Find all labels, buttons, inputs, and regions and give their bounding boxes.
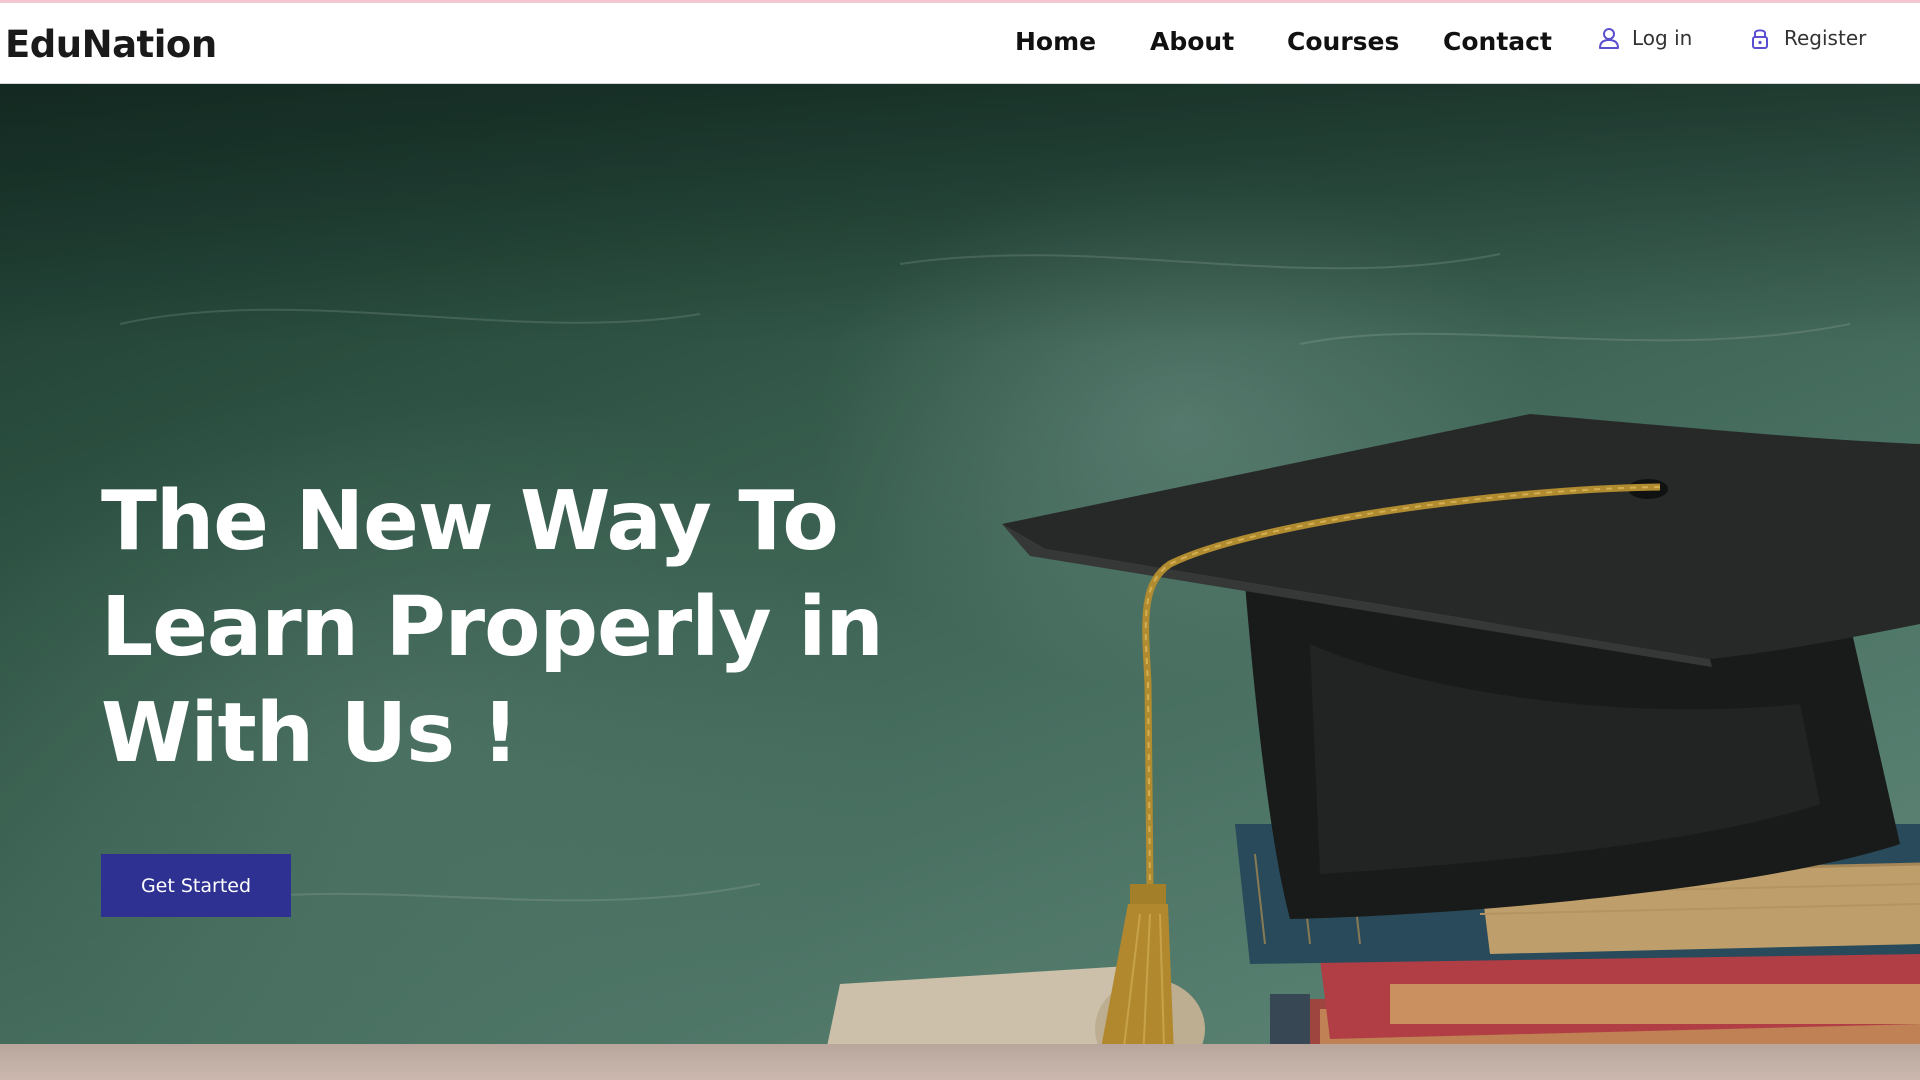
user-icon xyxy=(1598,26,1620,50)
nav-link-contact[interactable]: Contact xyxy=(1443,27,1552,56)
nav-link-about[interactable]: About xyxy=(1150,27,1234,56)
nav-link-courses[interactable]: Courses xyxy=(1287,27,1399,56)
register-label: Register xyxy=(1784,26,1867,50)
lock-icon xyxy=(1750,26,1772,50)
register-link[interactable]: Register xyxy=(1750,26,1866,50)
nav-link-home[interactable]: Home xyxy=(1015,27,1096,56)
hero-banner: The New Way To Learn Properly in With Us… xyxy=(0,84,1920,1080)
get-started-button[interactable]: Get Started xyxy=(101,854,291,917)
brand-logo[interactable]: EduNation xyxy=(5,23,217,66)
login-link[interactable]: Log in xyxy=(1598,26,1692,50)
headline-line-3: With Us ! xyxy=(101,686,519,781)
login-label: Log in xyxy=(1632,26,1693,50)
headline-line-1: The New Way To xyxy=(101,474,839,569)
headline-line-2: Learn Properly in xyxy=(101,580,884,675)
table-edge xyxy=(0,1044,1920,1080)
hero-headline: The New Way To Learn Properly in With Us… xyxy=(101,469,901,787)
navbar: EduNation Home About Courses Contact Log… xyxy=(0,3,1920,84)
